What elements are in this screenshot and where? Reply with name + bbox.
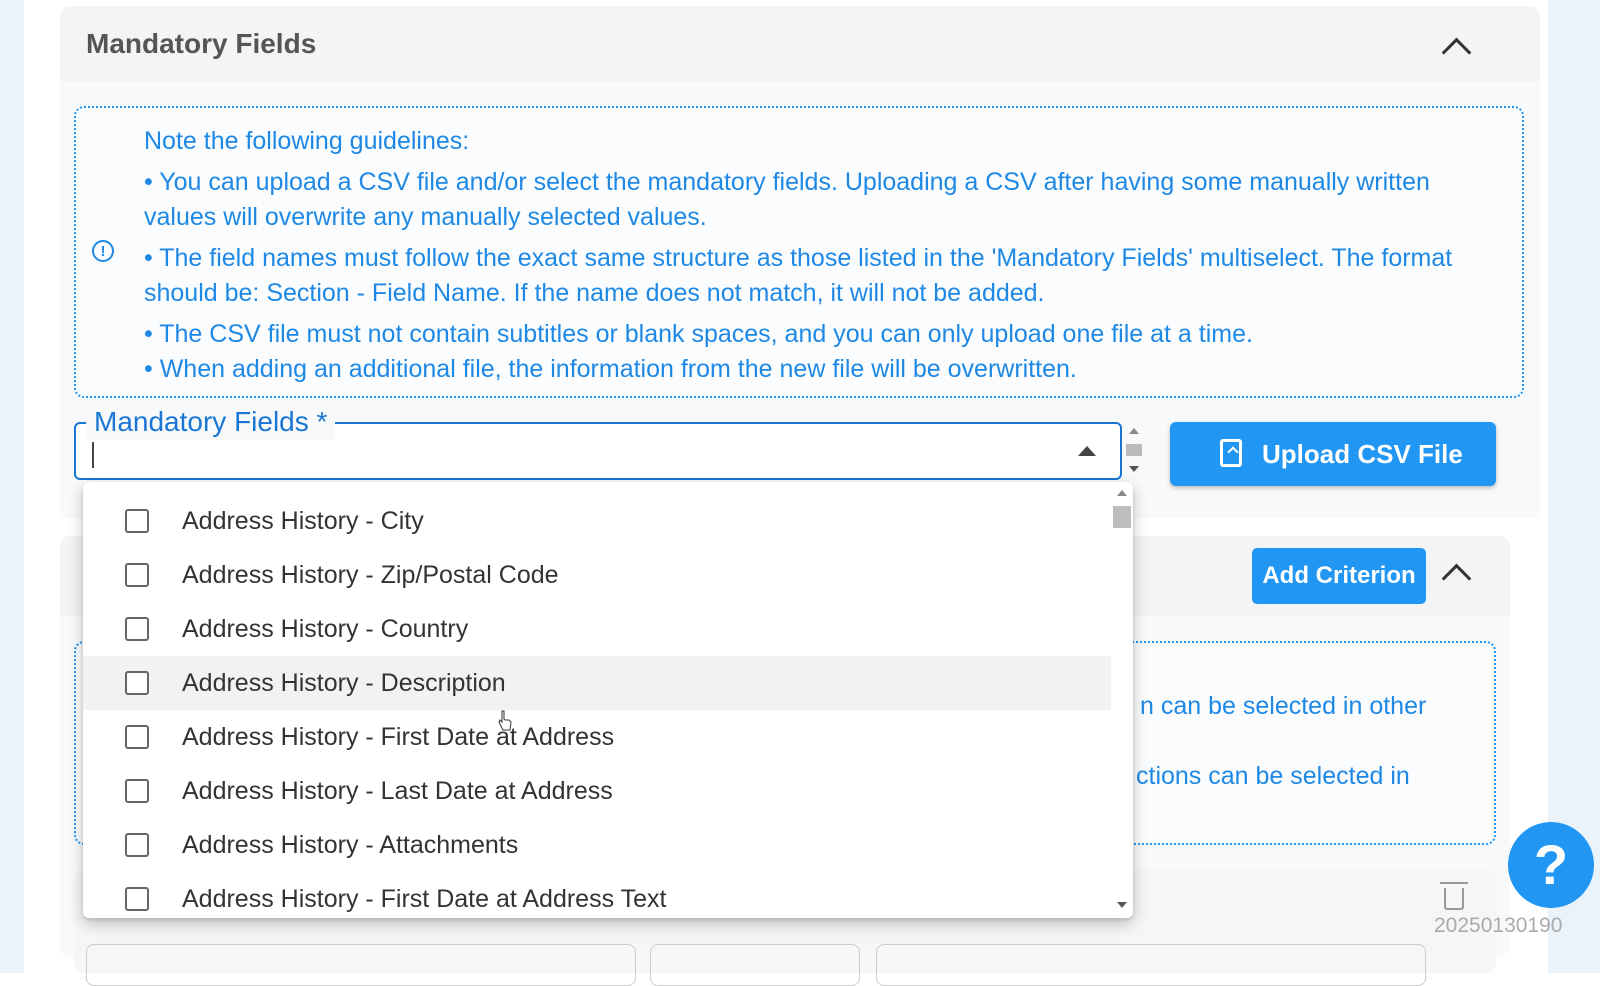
option-checkbox[interactable] — [125, 779, 149, 803]
hand-cursor-icon — [498, 710, 512, 731]
text-caret — [92, 442, 94, 468]
chevron-up-icon[interactable] — [1441, 37, 1472, 68]
dropdown-option[interactable]: Address History - Last Date at Address — [83, 764, 1111, 818]
criteria-guideline-fragment: n can be selected in other — [1140, 692, 1427, 720]
guideline-item: • The CSV file must not contain subtitle… — [144, 320, 1253, 348]
option-label: Address History - Zip/Postal Code — [182, 561, 559, 589]
dropdown-option[interactable]: Address History - Attachments — [83, 818, 1111, 872]
option-checkbox[interactable] — [125, 833, 149, 857]
upload-csv-button[interactable]: Upload CSV File — [1170, 422, 1496, 486]
section-title: Mandatory Fields — [86, 28, 317, 59]
option-checkbox[interactable] — [125, 617, 149, 641]
scroll-up-icon[interactable] — [1129, 428, 1139, 434]
scroll-up-icon[interactable] — [1117, 490, 1127, 496]
option-checkbox[interactable] — [125, 671, 149, 695]
guideline-item: • The field names must follow the exact … — [144, 244, 1453, 307]
guidelines-heading: Note the following guidelines: — [144, 127, 470, 155]
option-checkbox[interactable] — [125, 563, 149, 587]
option-label: Address History - Last Date at Address — [182, 777, 613, 805]
left-rail — [0, 0, 24, 973]
field-scrollbar[interactable] — [1126, 428, 1142, 476]
dropdown-scrollbar[interactable] — [1111, 482, 1133, 918]
guidelines-box: ! Note the following guidelines: • You c… — [74, 106, 1524, 398]
timestamp: 20250130190 — [1434, 914, 1563, 937]
criteria-guideline-fragment: ctions can be selected in — [1136, 762, 1410, 790]
mandatory-fields-label: Mandatory Fields * — [86, 404, 336, 440]
mandatory-fields-dropdown: Address History - City Address History -… — [83, 482, 1133, 918]
scroll-down-icon[interactable] — [1117, 902, 1127, 908]
option-label: Address History - First Date at Address … — [182, 885, 667, 913]
scroll-thumb[interactable] — [1113, 506, 1131, 528]
info-circle-icon: ! — [92, 240, 114, 262]
trash-icon[interactable] — [1440, 882, 1468, 910]
guidelines-text: Note the following guidelines: • You can… — [144, 124, 1504, 393]
guideline-item: • When adding an additional file, the in… — [144, 355, 1077, 383]
guideline-item: • You can upload a CSV file and/or selec… — [144, 168, 1430, 231]
file-upload-icon — [1220, 439, 1242, 467]
mandatory-fields-header[interactable]: Mandatory Fields — [60, 6, 1540, 82]
option-label: Address History - First Date at Address — [182, 723, 615, 751]
dropdown-option-hovered[interactable]: Address History - Description — [83, 656, 1111, 710]
option-label: Address History - City — [182, 507, 424, 535]
option-checkbox[interactable] — [125, 887, 149, 911]
dropdown-option[interactable]: Address History - Zip/Postal Code — [83, 548, 1111, 602]
scroll-thumb[interactable] — [1126, 444, 1142, 456]
help-button[interactable]: ? — [1508, 822, 1594, 908]
option-label: Address History - Attachments — [182, 831, 519, 859]
dropdown-option[interactable]: Address History - Country — [83, 602, 1111, 656]
dropdown-option[interactable]: Address History - City — [83, 494, 1111, 548]
criterion-field[interactable] — [650, 944, 860, 986]
dropdown-option[interactable]: Address History - First Date at Address … — [83, 872, 1111, 918]
criterion-field[interactable] — [86, 944, 636, 986]
option-label: Address History - Description — [182, 669, 506, 697]
dropdown-option[interactable]: Address History - First Date at Address — [83, 710, 1111, 764]
dropdown-arrow-up-icon[interactable] — [1078, 446, 1096, 456]
upload-csv-label: Upload CSV File — [1262, 439, 1463, 469]
option-checkbox[interactable] — [125, 509, 149, 533]
scroll-down-icon[interactable] — [1129, 466, 1139, 472]
criterion-field[interactable] — [876, 944, 1426, 986]
option-checkbox[interactable] — [125, 725, 149, 749]
add-criterion-button[interactable]: Add Criterion — [1252, 548, 1426, 604]
option-label: Address History - Country — [182, 615, 469, 643]
